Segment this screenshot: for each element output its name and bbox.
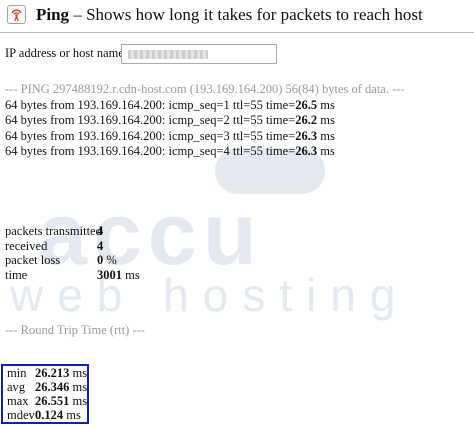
stat-value: 4 bbox=[97, 224, 104, 238]
watermark-logo: accu web hosting bbox=[0, 140, 474, 340]
rtt-row: mdev 0.124 ms bbox=[3, 408, 87, 422]
rtt-value: 26.346 ms bbox=[35, 380, 88, 394]
ping-signal-icon bbox=[7, 5, 26, 24]
stat-value: 4 bbox=[97, 238, 104, 253]
rtt-row: max 26.551 ms bbox=[3, 394, 87, 408]
ping-tool-page: accu web hosting Ping – Shows how long i… bbox=[0, 0, 474, 427]
reply-unit: ms bbox=[317, 97, 335, 112]
app-name: Ping bbox=[36, 5, 70, 24]
page-title: Ping – Shows how long it takes for packe… bbox=[36, 5, 423, 25]
stat-value: 0 % bbox=[97, 253, 117, 267]
reply-time: 26.5 bbox=[295, 97, 318, 112]
redacted-host-value bbox=[128, 50, 208, 59]
page-header: Ping – Shows how long it takes for packe… bbox=[0, 0, 474, 33]
stat-label: packet loss bbox=[5, 253, 61, 267]
host-field-label: IP address or host name: bbox=[5, 46, 128, 60]
rtt-heading: --- Round Trip Time (rtt) --- bbox=[5, 323, 145, 337]
reply-unit: ms bbox=[317, 128, 335, 143]
ping-reply-line: 64 bytes from 193.169.164.200: icmp_seq=… bbox=[5, 98, 405, 114]
stat-value: 3001 ms bbox=[97, 267, 140, 282]
rtt-value: 26.551 ms bbox=[35, 394, 88, 408]
ping-header-line: --- PING 297488192.r.cdn-host.com (193.1… bbox=[5, 82, 405, 96]
rtt-row: min 26.213 ms bbox=[3, 366, 87, 380]
watermark-line2: web hosting bbox=[10, 269, 410, 321]
reply-text: 64 bytes from 193.169.164.200: icmp_seq=… bbox=[5, 144, 296, 158]
reply-time: 26.3 bbox=[295, 128, 318, 143]
rtt-label: avg bbox=[7, 380, 26, 394]
stat-label: received bbox=[5, 238, 48, 253]
ping-reply-line: 64 bytes from 193.169.164.200: icmp_seq=… bbox=[5, 113, 405, 129]
reply-time: 26.3 bbox=[295, 144, 318, 158]
reply-text: 64 bytes from 193.169.164.200: icmp_seq=… bbox=[5, 113, 296, 127]
rtt-summary-box: min 26.213 ms avg 26.346 ms max 26.551 m… bbox=[1, 364, 89, 424]
ping-reply-line: 64 bytes from 193.169.164.200: icmp_seq=… bbox=[5, 144, 405, 160]
host-input[interactable] bbox=[121, 44, 277, 64]
ping-reply-line: 64 bytes from 193.169.164.200: icmp_seq=… bbox=[5, 129, 405, 145]
reply-text: 64 bytes from 193.169.164.200: icmp_seq=… bbox=[5, 128, 296, 143]
rtt-label: min bbox=[7, 366, 27, 380]
rtt-value: 26.213 ms bbox=[35, 366, 88, 380]
rtt-label: mdev bbox=[7, 408, 35, 422]
reply-time: 26.2 bbox=[295, 113, 318, 127]
reply-unit: ms bbox=[317, 144, 335, 158]
rtt-label: max bbox=[7, 394, 29, 408]
stat-label: time bbox=[5, 267, 28, 282]
app-description: – Shows how long it takes for packets to… bbox=[73, 5, 423, 24]
reply-unit: ms bbox=[317, 113, 335, 127]
reply-text: 64 bytes from 193.169.164.200: icmp_seq=… bbox=[5, 97, 296, 112]
rtt-value: 0.124 ms bbox=[35, 408, 81, 422]
rtt-row: avg 26.346 ms bbox=[3, 380, 87, 394]
ping-output: --- PING 297488192.r.cdn-host.com (193.1… bbox=[5, 82, 405, 160]
stat-label: packets transmitted bbox=[5, 224, 102, 238]
